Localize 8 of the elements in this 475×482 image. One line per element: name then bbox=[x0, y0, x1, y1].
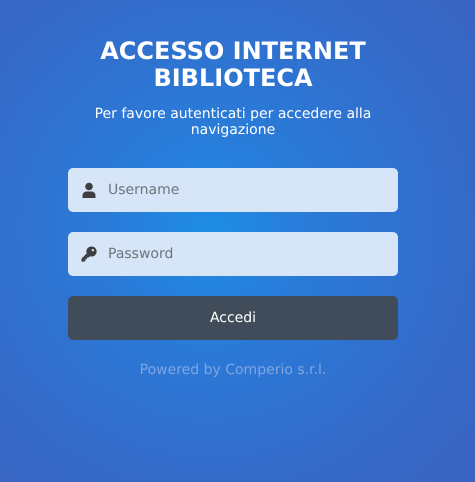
key-icon bbox=[81, 246, 97, 262]
username-field[interactable]: Username bbox=[68, 168, 398, 212]
login-button[interactable]: Accedi bbox=[68, 296, 398, 340]
footer-text: Powered by Comperio s.r.l. bbox=[138, 361, 328, 380]
subtitle: Per favore autenticati per accedere alla navigazione bbox=[94, 106, 372, 138]
page-title: ACCESSO INTERNET BIBLIOTECA bbox=[99, 38, 367, 92]
password-field[interactable]: Password bbox=[68, 232, 398, 276]
user-icon bbox=[81, 182, 97, 198]
